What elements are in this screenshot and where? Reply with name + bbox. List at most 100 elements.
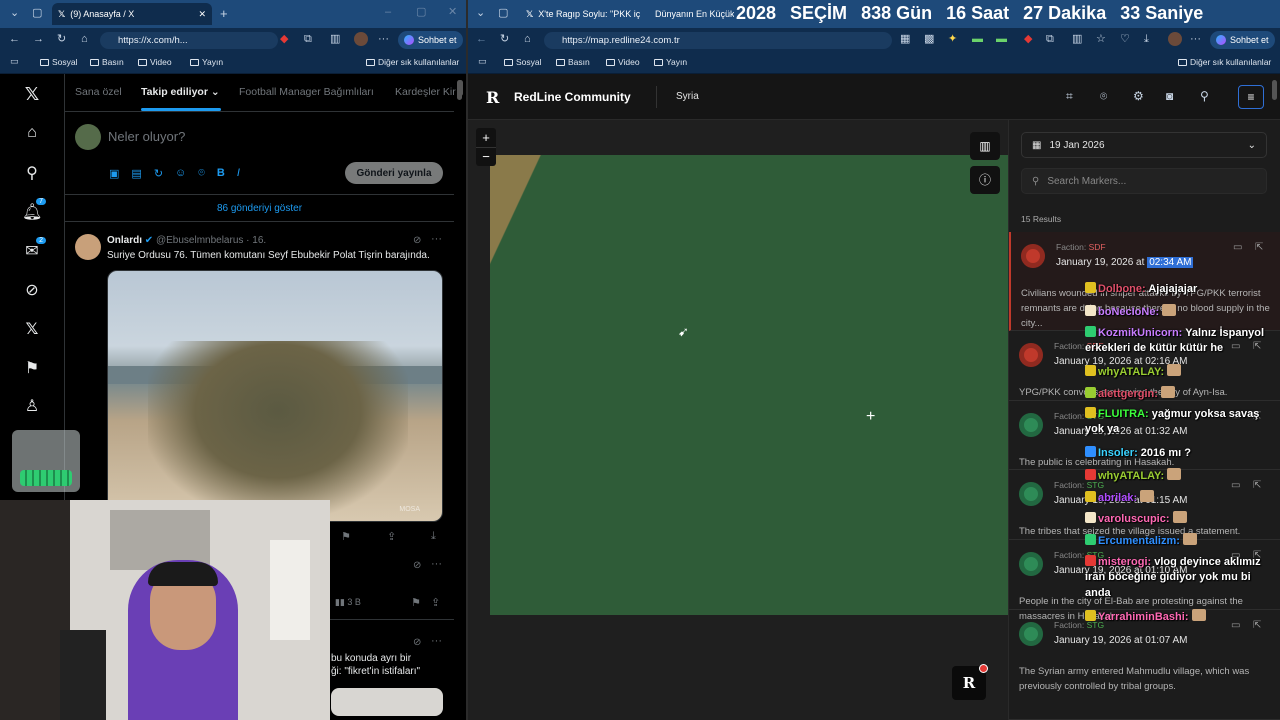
premium-x-icon[interactable]: 𝕏 — [22, 319, 42, 339]
bookmark-basin[interactable]: Basın — [90, 57, 124, 67]
back-icon[interactable]: ← — [476, 34, 487, 45]
gif-icon[interactable]: ▤ — [131, 167, 141, 180]
info-icon[interactable]: ⓘ — [970, 166, 1000, 194]
compose-input[interactable]: Neler oluyor? — [108, 129, 185, 144]
video-icon[interactable]: ▭ — [1231, 480, 1240, 491]
region-selector[interactable]: Syria — [676, 91, 699, 102]
verified-orgs-icon[interactable]: ♙ — [22, 396, 42, 416]
settings-gear-icon[interactable]: ⚙ — [1133, 90, 1144, 102]
italic-icon[interactable]: I — [237, 167, 240, 180]
menu-hamburger-icon[interactable]: ≡ — [1238, 85, 1264, 109]
share-icon[interactable]: ⇪ — [387, 530, 396, 543]
bookmark-tweet-icon[interactable]: ⚑ — [411, 596, 421, 609]
tab-for-you[interactable]: Sana özel — [75, 86, 122, 98]
back-icon[interactable]: ← — [9, 34, 20, 45]
bookmark-tweet-icon[interactable]: ⚑ — [341, 530, 351, 543]
home-icon[interactable]: ⌂ — [524, 34, 531, 45]
bookmarks-menu-icon[interactable]: ▭ — [10, 57, 19, 66]
bookmark-video[interactable]: Video — [606, 57, 640, 67]
grok-explain-icon[interactable]: ⊘ — [413, 560, 421, 571]
favorites-icon[interactable]: ☆ — [1096, 34, 1106, 45]
extension-icon[interactable]: ◆ — [280, 34, 288, 45]
more-menu-icon[interactable]: ··· — [378, 34, 389, 45]
address-bar[interactable]: https://x.com/h... — [100, 32, 278, 49]
copilot-chat-button[interactable]: Sohbet et — [398, 31, 463, 49]
post-button[interactable]: Gönderi yayınla — [345, 162, 443, 184]
refresh-icon[interactable]: ↻ — [500, 34, 509, 45]
explore-search-icon[interactable]: ⚲ — [22, 163, 42, 183]
extension-icon[interactable]: ▩ — [924, 34, 934, 45]
bold-icon[interactable]: B — [217, 167, 225, 180]
redline-chat-button[interactable]: R — [952, 664, 988, 700]
tab-youtube[interactable]: Dünyanın En Küçük — [644, 3, 734, 25]
tweet-avatar[interactable] — [75, 234, 101, 260]
extension-icon[interactable]: ✦ — [948, 34, 957, 45]
extension-icon[interactable]: ▦ — [900, 34, 910, 45]
external-link-icon[interactable]: ⇱ — [1255, 242, 1263, 253]
bookmarks-icon[interactable]: ⚑ — [22, 358, 42, 378]
marker-card[interactable]: Faction: STG January 19, 2026 at 01:07 AM… — [1009, 610, 1280, 720]
tab-actions-icon[interactable]: ⌄ — [476, 8, 485, 19]
collections-icon[interactable]: ♡ — [1120, 34, 1130, 45]
bookmarks-menu-icon[interactable]: ▭ — [478, 57, 487, 66]
map-view[interactable]: + − ▥ ⓘ + ➹ R — [468, 120, 1008, 720]
profile-avatar[interactable] — [354, 32, 368, 46]
share-icon[interactable]: ⇪ — [431, 596, 440, 609]
workspaces-icon[interactable]: ▢ — [498, 8, 508, 19]
quote-preview-image[interactable] — [331, 688, 443, 716]
external-link-icon[interactable]: ⇱ — [1253, 341, 1261, 352]
search-markers-input[interactable]: ⚲ Search Markers... — [1021, 168, 1267, 194]
map-layers-icon[interactable]: ▥ — [970, 132, 1000, 160]
redline-logo[interactable]: R — [486, 88, 499, 107]
extensions-icon[interactable]: ⧉ — [304, 34, 312, 45]
zoom-in-button[interactable]: + — [476, 128, 496, 147]
x-logo-icon[interactable]: 𝕏 — [22, 84, 42, 104]
close-tab-icon[interactable]: ✕ — [198, 9, 206, 20]
image-icon[interactable]: ▣ — [109, 167, 119, 180]
split-screen-icon[interactable]: ▥ — [330, 34, 340, 45]
copilot-chat-button[interactable]: Sohbet et — [1210, 31, 1275, 49]
window-scrollbar[interactable] — [1272, 80, 1277, 100]
home-icon[interactable]: ⌂ — [81, 34, 88, 45]
other-bookmarks[interactable]: Diğer sık kullanılanlar — [366, 57, 459, 67]
bookmark-basin[interactable]: Basın — [556, 57, 590, 67]
workspaces-icon[interactable]: ▢ — [32, 8, 42, 19]
avatar[interactable] — [75, 124, 101, 150]
bookmark-sosyal[interactable]: Sosyal — [40, 57, 78, 67]
emoji-icon[interactable]: ☺ — [175, 167, 186, 180]
forward-icon[interactable]: → — [33, 34, 44, 45]
location-pin-icon[interactable]: ⌾ — [1100, 90, 1107, 102]
tab-x-home[interactable]: 𝕏 (9) Anasayfa / X ✕ — [52, 3, 212, 25]
extension-icon[interactable]: ◆ — [1024, 34, 1032, 45]
bookmark-yayin[interactable]: Yayın — [190, 57, 223, 67]
tab-football-manager[interactable]: Football Manager Bağımlıları — [239, 86, 374, 98]
download-icon[interactable]: ⤓ — [431, 530, 436, 543]
split-screen-icon[interactable]: ▥ — [1072, 34, 1082, 45]
grok-explain-icon[interactable]: ⊘ — [413, 235, 421, 246]
extension-icon[interactable]: ▬ — [996, 34, 1007, 45]
close-window-icon[interactable]: ✕ — [448, 7, 457, 18]
bookmark-sosyal[interactable]: Sosyal — [504, 57, 542, 67]
grok-icon[interactable]: ⊘ — [22, 280, 42, 300]
notifications-bell-icon[interactable]: 🔔︎ 7 — [22, 198, 46, 222]
tab-actions-icon[interactable]: ⌄ — [10, 8, 19, 19]
new-tab-icon[interactable]: + — [220, 7, 228, 20]
tweet-author-name[interactable]: Onlardı — [107, 235, 142, 246]
refresh-icon[interactable]: ↻ — [57, 34, 66, 45]
tweet-more-icon[interactable]: ··· — [431, 233, 442, 245]
extensions-icon[interactable]: ⧉ — [1046, 34, 1054, 45]
grok-compose-icon[interactable]: ↻ — [154, 167, 163, 180]
show-new-posts[interactable]: 86 gönderiyi göster — [65, 194, 454, 222]
address-bar[interactable]: https://map.redline24.com.tr — [544, 32, 892, 49]
tab-ragip-soylu[interactable]: 𝕏 X'te Ragıp Soylu: "PKK iç — [520, 3, 640, 25]
more-menu-icon[interactable]: ··· — [1190, 34, 1201, 45]
camera-icon[interactable]: ◙ — [1166, 90, 1173, 102]
video-icon[interactable]: ▭ — [1231, 620, 1240, 631]
tab-kardesler[interactable]: Kardeşler Kir — [395, 86, 456, 98]
grok-explain-icon[interactable]: ⊘ — [413, 637, 421, 648]
other-bookmarks[interactable]: Diğer sık kullanılanlar — [1178, 57, 1271, 67]
tweet-more-icon[interactable]: ··· — [431, 635, 442, 647]
tweet-photo[interactable]: MOSA — [107, 270, 443, 522]
search-icon[interactable]: ⚲ — [1200, 90, 1209, 102]
bookmark-video[interactable]: Video — [138, 57, 172, 67]
